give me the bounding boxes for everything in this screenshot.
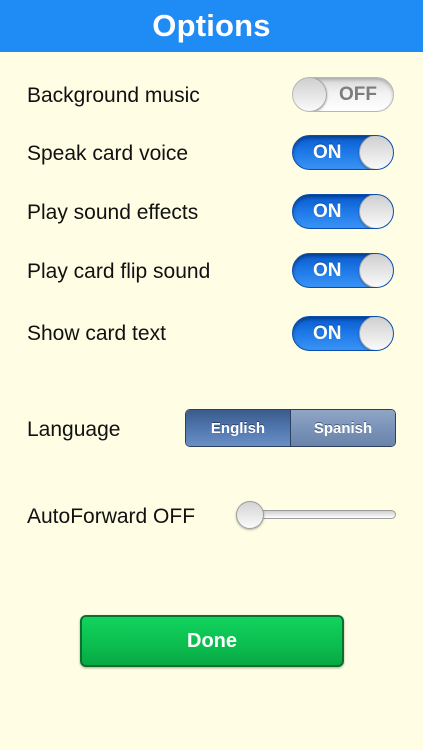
setting-label-play-sound-effects: Play sound effects — [27, 201, 199, 224]
switch-state-text: ON — [313, 260, 342, 281]
autoforward-label: AutoForward OFF — [27, 505, 196, 528]
nav-bar: Options — [0, 0, 423, 52]
play-card-flip-sound-switch[interactable]: ON — [292, 253, 394, 288]
switch-knob[interactable] — [359, 317, 393, 350]
setting-label-background-music: Background music — [27, 84, 200, 107]
switch-state-text: ON — [313, 201, 342, 222]
autoforward-slider[interactable] — [236, 501, 396, 529]
language-segmented-control[interactable]: English Spanish — [185, 409, 396, 447]
switch-state-text: ON — [313, 142, 342, 163]
segment-spanish[interactable]: Spanish — [291, 410, 395, 446]
slider-track[interactable] — [244, 510, 396, 519]
setting-label-show-card-text: Show card text — [27, 322, 166, 345]
setting-label-play-card-flip-sound: Play card flip sound — [27, 260, 211, 283]
segment-english[interactable]: English — [186, 410, 290, 446]
switch-knob[interactable] — [359, 195, 393, 228]
switch-knob[interactable] — [359, 136, 393, 169]
play-sound-effects-switch[interactable]: ON — [292, 194, 394, 229]
page-title: Options — [152, 8, 271, 43]
background-music-switch[interactable]: OFF — [292, 77, 394, 112]
switch-knob[interactable] — [293, 78, 327, 111]
show-card-text-switch[interactable]: ON — [292, 316, 394, 351]
switch-state-text: ON — [313, 323, 342, 344]
speak-card-voice-switch[interactable]: ON — [292, 135, 394, 170]
done-button[interactable]: Done — [80, 615, 344, 667]
switch-knob[interactable] — [359, 254, 393, 287]
switch-state-text: OFF — [339, 84, 377, 105]
language-label: Language — [27, 418, 121, 441]
setting-label-speak-card-voice: Speak card voice — [27, 142, 189, 165]
slider-thumb[interactable] — [236, 501, 264, 529]
